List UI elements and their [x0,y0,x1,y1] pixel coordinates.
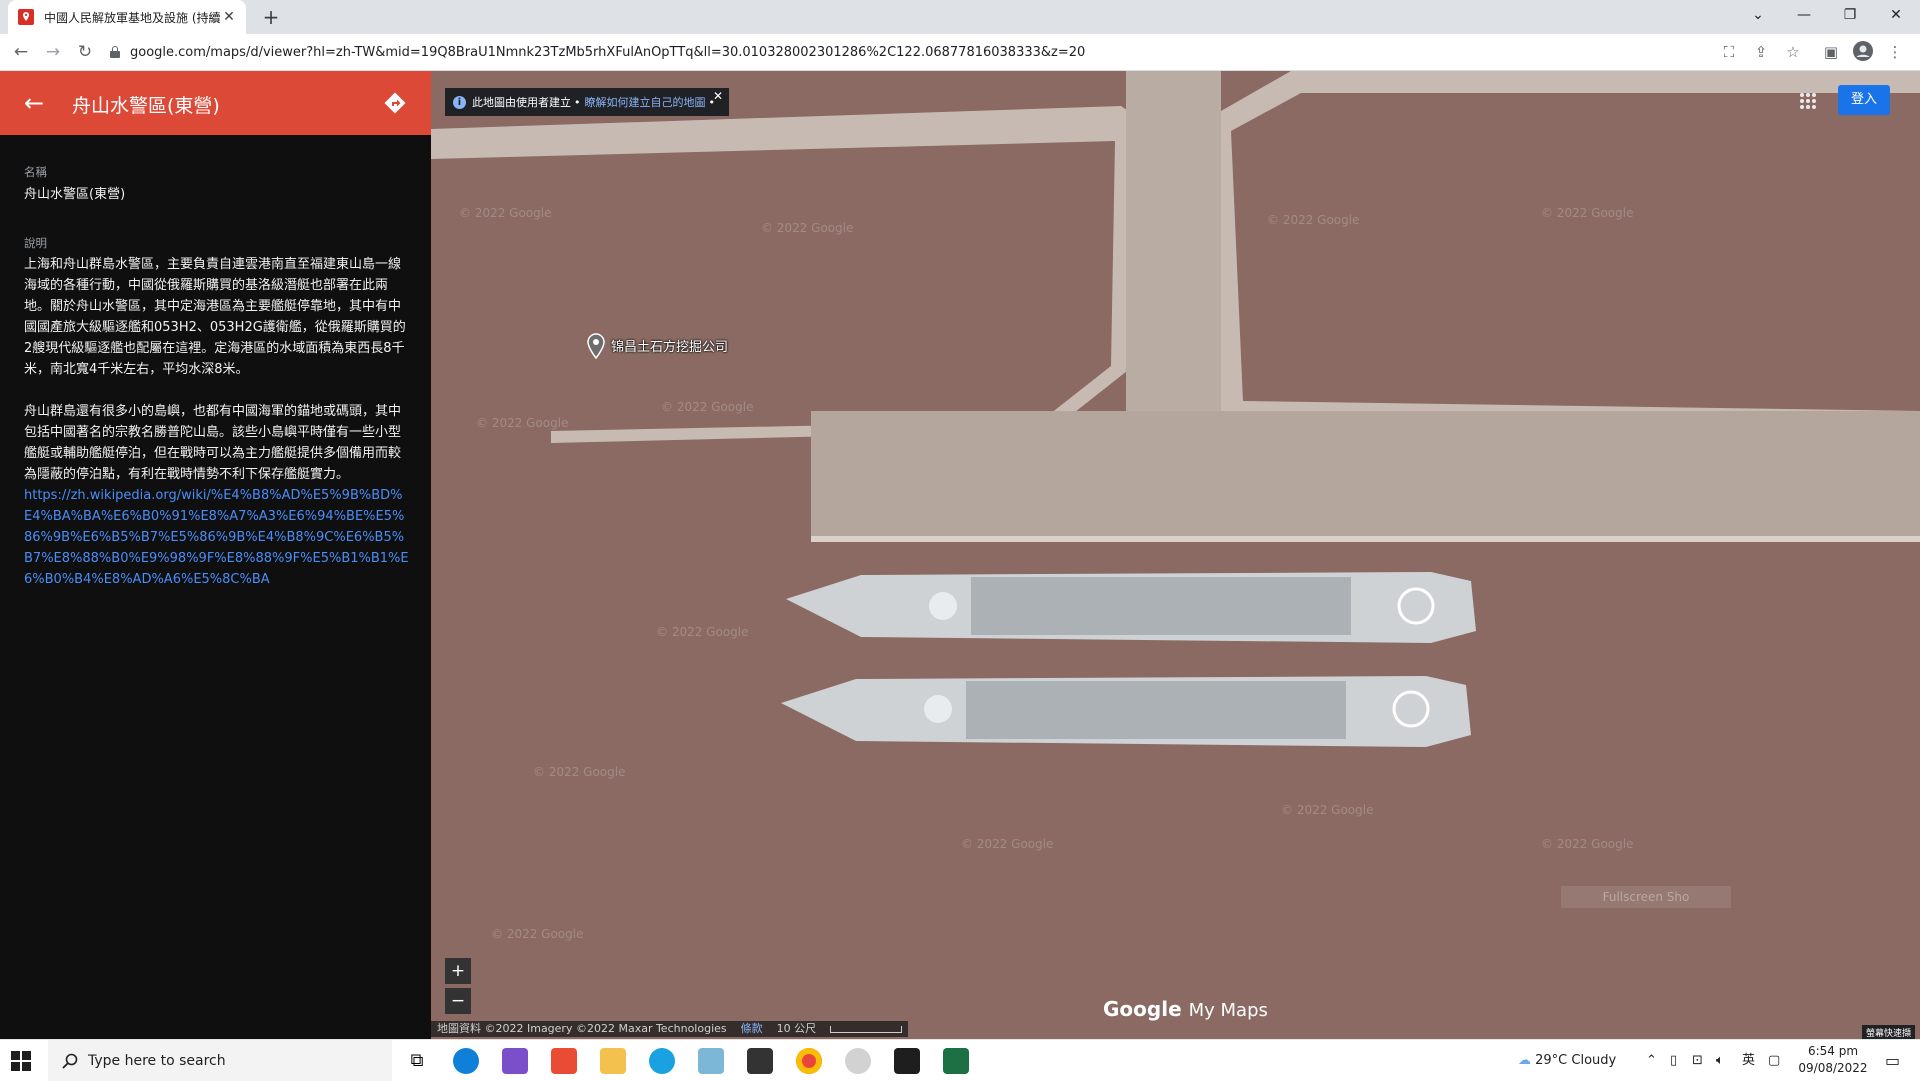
url-text: google.com/maps/d/viewer?hl=zh-TW&mid=19… [130,44,1086,60]
restore-button[interactable]: ❐ [1827,0,1873,30]
terminal-icon[interactable] [747,1048,773,1074]
description-body: 上海和舟山群島水警區，主要負責自連雲港南直至福建東山島一線海域的各種行動，中國從… [24,254,409,590]
weather-text: 29°C Cloudy [1535,1053,1617,1068]
new-tab-button[interactable]: + [258,4,284,30]
terms-link[interactable]: 條款 [741,1021,763,1037]
description-label: 說明 [24,236,47,250]
reload-icon[interactable]: ↻ [73,40,97,64]
map-watermark: © 2022 Google [961,837,1054,851]
tray-chevron-icon[interactable]: ⌃ [1646,1040,1657,1081]
google-maps-favicon [18,9,34,25]
browser-menu-icon[interactable]: ⋮ [1884,41,1906,63]
lock-icon[interactable] [110,46,120,58]
system-clock[interactable]: 6:54 pm 09/08/2022 [1793,1043,1873,1077]
map-watermark: © 2022 Google [491,927,584,941]
notification-icon[interactable]: ▭ [1885,1040,1900,1081]
snipping-tool-icon[interactable] [845,1048,871,1074]
chrome-icon[interactable] [796,1048,822,1074]
battery-icon[interactable]: ▯ [1670,1040,1677,1081]
tab-search-icon[interactable]: ⌄ [1735,0,1781,30]
excel-icon[interactable] [943,1048,969,1074]
visual-studio-icon[interactable] [502,1048,528,1074]
feature-details-panel: ← 舟山水警區(東營) 名稱 舟山水警區(東營) 說明 上海和舟山群島水警區，主… [0,71,431,1039]
address-bar[interactable]: google.com/maps/d/viewer?hl=zh-TW&mid=19… [110,38,1710,66]
profile-avatar-icon[interactable] [1852,41,1874,63]
map-marker-icon[interactable] [586,333,606,359]
map-canvas[interactable]: © 2022 Google © 2022 Google © 2022 Googl… [431,71,1920,1039]
notice-text: 此地圖由使用者建立 [472,96,571,109]
map-watermark: © 2022 Google [533,765,626,779]
scale-label[interactable]: 10 公尺 [777,1021,817,1037]
task-view-icon[interactable]: ⧉ [404,1048,430,1074]
address-toolbar: ← → ↻ google.com/maps/d/viewer?hl=zh-TW&… [0,34,1920,71]
logo-google-text: Google [1103,997,1182,1021]
map-watermark: © 2022 Google [1541,206,1634,220]
logo-mymaps-text: My Maps [1188,1000,1268,1021]
map-attribution: 地圖資料 ©2022 Imagery ©2022 Maxar Technolog… [431,1021,909,1037]
skype-icon[interactable] [649,1048,675,1074]
sticky-notes-icon[interactable] [894,1048,920,1074]
date-text: 09/08/2022 [1798,1061,1868,1075]
scale-bar [830,1026,903,1033]
map-watermark: © 2022 Google [459,206,552,220]
volume-icon[interactable]: 🔈︎ [1716,1040,1724,1081]
time-text: 6:54 pm [1807,1044,1859,1058]
zoom-out-button[interactable]: − [445,988,471,1014]
windows-start-icon[interactable] [10,1050,32,1072]
forward-arrow-icon[interactable]: → [41,40,65,64]
learn-create-map-link[interactable]: 瞭解如何建立自己的地圖 [585,94,706,110]
browser-tab[interactable]: 中國人民解放軍基地及設施 (持續更新) ✕ [8,0,246,34]
map-watermark: © 2022 Google [1281,803,1374,817]
minimize-button[interactable]: — [1781,0,1827,30]
app-icon[interactable] [698,1048,724,1074]
marker-label: 锦昌土石方挖掘公司 [611,340,729,355]
name-label: 名稱 [24,165,47,179]
directions-icon[interactable] [383,91,407,115]
description-paragraph: 舟山群島還有很多小的島嶼，也都有中國海軍的錨地或碼頭，其中包括中國著名的宗教名勝… [24,404,402,482]
panel-header: ← 舟山水警區(東營) [0,71,431,135]
browser-tab-bar: 中國人民解放軍基地及設施 (持續更新) ✕ + ⌄ — ❐ ✕ [0,0,1920,34]
anydesk-icon[interactable] [551,1048,577,1074]
file-explorer-icon[interactable] [600,1048,626,1074]
input-mode-icon[interactable]: ▢ [1768,1040,1780,1081]
wikipedia-link[interactable]: https://zh.wikipedia.org/wiki/%E4%B8%AD%… [24,485,409,590]
share-icon[interactable]: ⇪ [1750,41,1772,63]
back-arrow-icon[interactable]: ← [24,90,50,116]
cloud-icon: ☁ [1518,1053,1531,1068]
taskbar-search-input[interactable]: Type here to search [48,1040,392,1081]
user-created-notice: i 此地圖由使用者建立 • 瞭解如何建立自己的地圖 • ✕ [445,88,729,116]
zoom-in-button[interactable]: + [445,958,471,984]
bookmark-star-icon[interactable]: ☆ [1782,41,1804,63]
attribution-text: 地圖資料 ©2022 Imagery ©2022 Maxar Technolog… [437,1022,727,1035]
name-value: 舟山水警區(東營) [24,187,126,202]
google-my-maps-logo: Google My Maps [1103,997,1268,1021]
satellite-text-overlay: Fullscreen Sho [1561,886,1731,908]
tab-close-icon[interactable]: ✕ [220,9,238,25]
description-paragraph: 上海和舟山群島水警區，主要負責自連雲港南直至福建東山島一線海域的各種行動，中國從… [24,257,406,377]
google-apps-icon[interactable] [1798,91,1818,111]
info-icon: i [453,95,466,109]
close-window-button[interactable]: ✕ [1873,0,1919,30]
map-watermark: © 2022 Google [661,400,754,414]
map-watermark: © 2022 Google [1541,837,1634,851]
close-icon[interactable]: ✕ [713,89,723,103]
sign-in-button[interactable]: 登入 [1838,85,1890,115]
panel-title: 舟山水警區(東營) [72,95,220,117]
ime-indicator[interactable]: 英 [1742,1040,1755,1081]
windows-taskbar: Type here to search ⧉ ☁ 29°C Cloudy ⌃ ▯ … [0,1039,1920,1081]
translate-icon[interactable]: ⛶ [1718,41,1740,63]
extensions-icon[interactable]: ▣ [1820,41,1842,63]
weather-widget[interactable]: ☁ 29°C Cloudy [1518,1040,1616,1081]
tab-title: 中國人民解放軍基地及設施 (持續更新) [44,10,220,25]
network-icon[interactable]: ⊡ [1692,1040,1703,1081]
map-watermark: © 2022 Google [476,416,569,430]
search-icon [62,1053,78,1069]
map-watermark: © 2022 Google [761,221,854,235]
map-watermark: © 2022 Google [1267,213,1360,227]
map-watermark: © 2022 Google [656,625,749,639]
screenshot-tool-tag: 螢幕快速擷 [1862,1025,1916,1039]
edge-browser-icon[interactable] [453,1048,479,1074]
search-placeholder: Type here to search [88,1052,226,1069]
back-arrow-icon[interactable]: ← [9,40,33,64]
